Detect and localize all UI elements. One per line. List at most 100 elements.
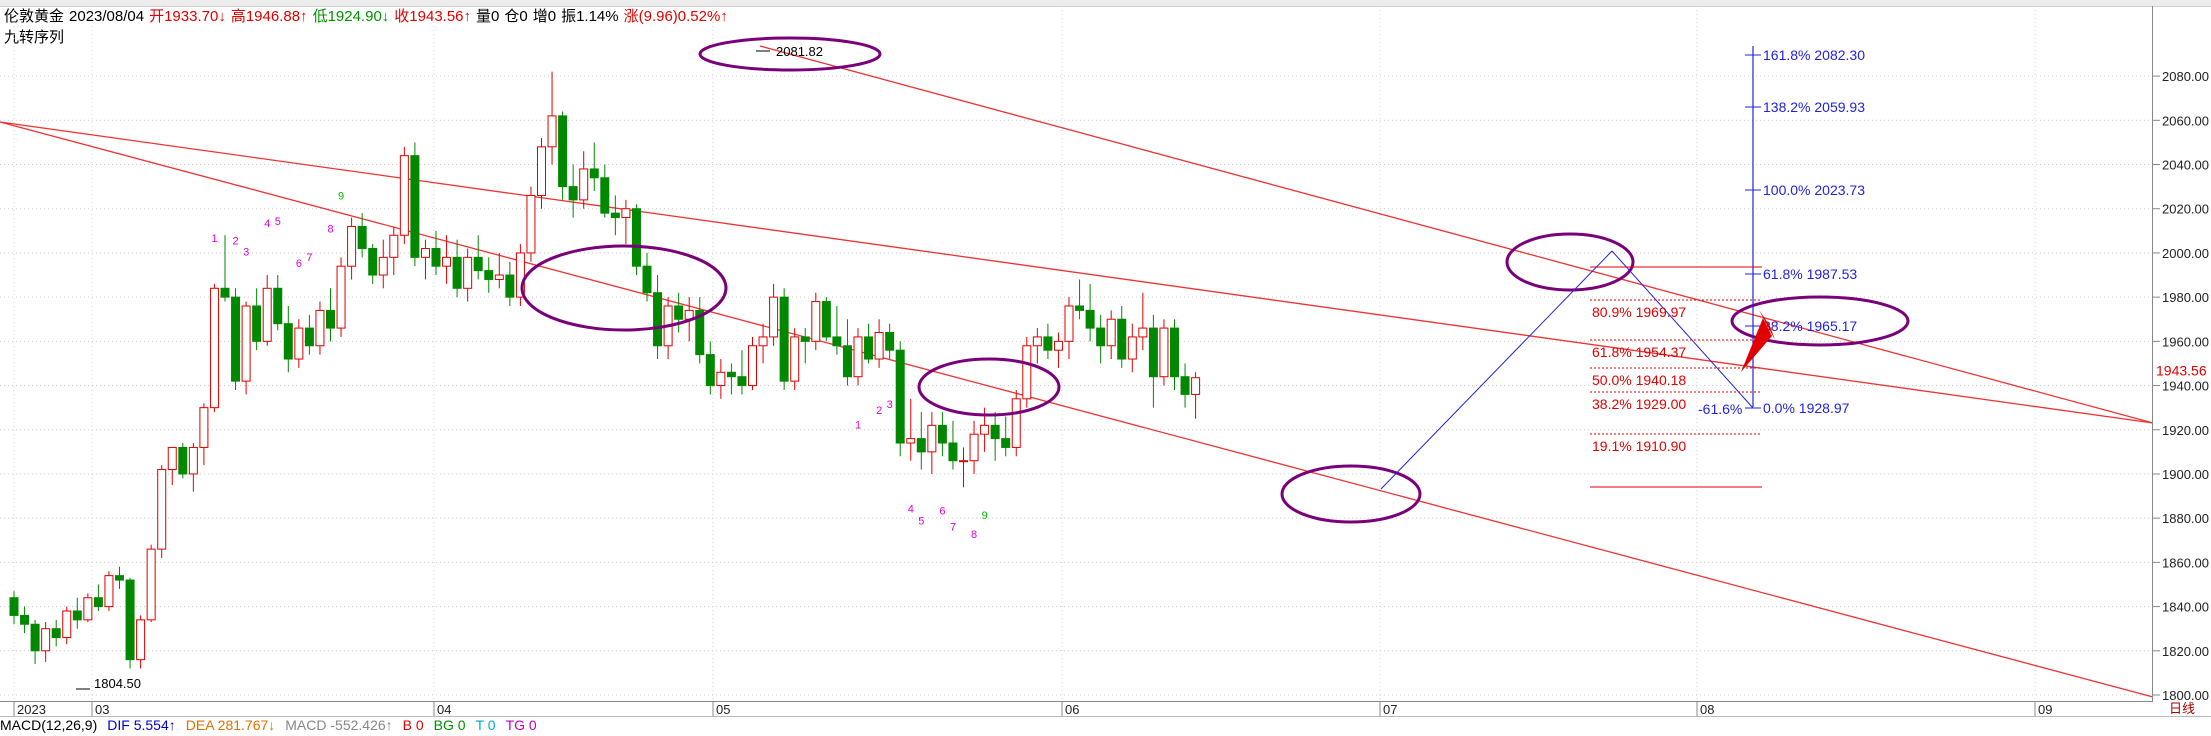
candle-body (558, 115, 568, 188)
td-sequence-number: 3 (887, 399, 893, 411)
candles (9, 71, 1201, 669)
candle-body (642, 265, 652, 294)
candle-body (937, 424, 947, 444)
highlight-ellipse (1280, 464, 1422, 524)
candle-body (1032, 336, 1042, 347)
candle-body (1022, 345, 1032, 400)
candle-body (1191, 377, 1201, 395)
fib-ret-label: 50.0% 1940.18 (1592, 372, 1686, 388)
candle-body (347, 225, 357, 267)
candle-body (420, 248, 430, 258)
candle-body (125, 579, 135, 661)
date-axis-labels: 2023 03 04 05 06 07 08 09 (13, 702, 2052, 717)
price-tick-label: 2060.00 (2162, 113, 2209, 128)
candle-body (505, 274, 515, 298)
price-tick-label: 1960.00 (2162, 334, 2209, 349)
fib-ext-label: 61.8% 1987.53 (1763, 266, 1857, 282)
candle-body (769, 296, 779, 338)
price-tick-label: 2020.00 (2162, 202, 2209, 217)
candlestick-chart[interactable]: 2081.82 1804.50 161.8% 2082.30 138.2% 2059.… (0, 0, 2211, 735)
price-tick-label: 1880.00 (2162, 511, 2209, 526)
candle-body (20, 614, 30, 625)
candle-body (62, 610, 72, 639)
candle-body (294, 327, 304, 360)
candle-body (716, 371, 726, 387)
candle-body (252, 305, 262, 342)
price-axis-labels: 2080.00 2060.00 2040.00 2020.00 2000.00 1980.… (2153, 69, 2209, 703)
current-price-tag: 1943.56 (2156, 363, 2207, 379)
macd-tg: TG 0 (505, 717, 537, 733)
macd-value: MACD -552.426↑ (285, 717, 393, 733)
candle-body (748, 345, 757, 387)
candle-body (800, 336, 810, 342)
candle-body (1075, 305, 1085, 311)
td-sequence-number: 9 (982, 510, 988, 522)
candle-body (842, 345, 852, 378)
td-sequence-number: 6 (296, 258, 302, 270)
candle-body (30, 623, 40, 652)
candle-body (906, 438, 916, 444)
candle-body (273, 287, 283, 325)
macd-b: B 0 (402, 717, 424, 733)
date-tick-label: 09 (2038, 702, 2052, 717)
drawings: 2081.82 1804.50 161.8% 2082.30 138.2% 2059.… (76, 36, 2207, 691)
fib-ret-label: 38.2% 1929.00 (1592, 396, 1686, 412)
candle-body (853, 336, 863, 378)
candle-body (1127, 336, 1137, 360)
candle-body (537, 146, 546, 196)
fib-ext-label: 138.2% 2059.93 (1763, 99, 1865, 115)
candle-body (589, 168, 599, 179)
candle-body (315, 309, 325, 347)
candle-body (927, 424, 937, 453)
price-tick-label: 1980.00 (2162, 290, 2209, 305)
candle-body (1159, 327, 1169, 378)
td-sequence: 1 234 5678912 3456789 (211, 190, 987, 541)
candle-body (9, 597, 19, 616)
macd-indicator-bar[interactable]: MACD(12,26,9) DIF 5.554↑ DEA 281.767↓ MACD … (0, 716, 2211, 736)
fib-ext-label: 100.0% 2023.73 (1763, 182, 1865, 198)
macd-t: T 0 (475, 717, 496, 733)
td-sequence-number: 8 (328, 223, 334, 235)
candle-body (895, 349, 905, 444)
candle-body (399, 155, 409, 236)
candle-body (948, 442, 958, 462)
candle-body (199, 407, 209, 448)
candle-body (357, 225, 367, 250)
candle-body (1106, 318, 1116, 347)
td-sequence-number: 1 (855, 420, 861, 432)
highlight-ellipse (917, 357, 1061, 417)
price-tick-label: 1840.00 (2162, 600, 2209, 615)
candle-body (1148, 327, 1158, 378)
fib-neg-label: -61.6% (1698, 401, 1742, 417)
candle-body (51, 628, 61, 639)
candle-body (811, 301, 821, 342)
macd-dea: DEA 281.767↓ (185, 717, 276, 733)
price-tick-label: 1940.00 (2162, 379, 2209, 394)
candle-body (463, 256, 473, 289)
candle-body (484, 270, 494, 280)
candle-body (262, 287, 272, 342)
candle-body (104, 575, 114, 608)
candle-body (1001, 438, 1011, 448)
td-sequence-number: 5 (918, 516, 924, 528)
candle-body (579, 168, 589, 201)
candle-body (1117, 318, 1127, 360)
high-price-label: 2081.82 (776, 44, 823, 59)
price-tick-label: 1860.00 (2162, 555, 2209, 570)
candle-body (758, 336, 768, 347)
candle-body (916, 438, 926, 453)
candle-body (1180, 376, 1190, 395)
price-tick-label: 1920.00 (2162, 423, 2209, 438)
candle-body (336, 265, 346, 329)
td-sequence-number: 7 (950, 522, 956, 534)
candle-body (231, 296, 241, 382)
low-price-label: 1804.50 (94, 676, 141, 691)
candle-body (821, 301, 831, 338)
candle-body (304, 327, 314, 347)
fib-ret-label: 19.1% 1910.90 (1592, 438, 1686, 454)
fib-ext-label: 0.0% 1928.97 (1763, 400, 1850, 416)
price-tick-label: 2000.00 (2162, 246, 2209, 261)
period-mode-label[interactable]: 日线 (2155, 702, 2209, 716)
candle-body (726, 371, 736, 378)
td-sequence-number: 6 (939, 505, 945, 517)
